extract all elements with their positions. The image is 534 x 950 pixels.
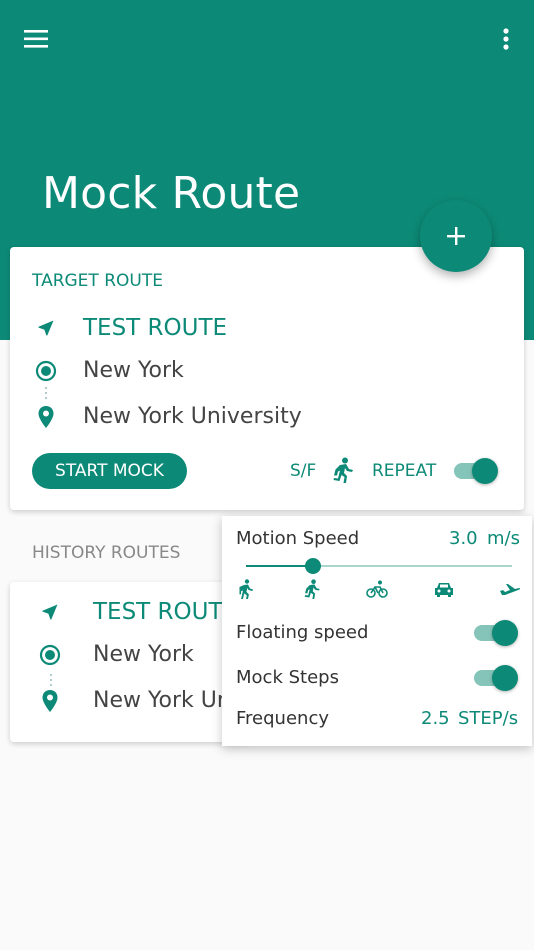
start-mock-button[interactable]: START MOCK bbox=[32, 453, 187, 489]
history-route-name-row: TEST ROUTE bbox=[38, 599, 237, 625]
motion-speed-label: Motion Speed bbox=[236, 528, 360, 549]
add-icon bbox=[447, 227, 465, 245]
motion-speed-slider[interactable] bbox=[246, 558, 512, 574]
repeat-toggle[interactable] bbox=[454, 458, 498, 484]
history-origin-row: New York bbox=[38, 642, 194, 667]
target-route-heading: TARGET ROUTE bbox=[32, 271, 163, 291]
destination-name: New York University bbox=[83, 404, 302, 429]
bike-icon[interactable] bbox=[365, 578, 389, 600]
destination-row: New York University bbox=[34, 404, 302, 429]
slider-thumb[interactable] bbox=[304, 558, 321, 574]
motion-speed-value: 3.0 bbox=[449, 528, 478, 549]
origin-radio-icon bbox=[34, 359, 58, 383]
sf-label[interactable]: S/F bbox=[290, 461, 316, 481]
walk-icon[interactable] bbox=[234, 578, 258, 600]
floating-speed-toggle[interactable] bbox=[474, 620, 518, 646]
origin-radio-icon bbox=[38, 643, 62, 667]
add-route-button[interactable] bbox=[420, 200, 492, 272]
navigation-icon bbox=[38, 600, 62, 624]
target-route-card: TARGET ROUTE TEST ROUTE New York New Yor… bbox=[10, 247, 524, 510]
floating-speed-label: Floating speed bbox=[236, 622, 369, 643]
motion-speed-unit: m/s bbox=[487, 528, 520, 549]
more-vert-icon[interactable] bbox=[492, 22, 520, 56]
origin-row: New York bbox=[34, 358, 184, 383]
frequency-label: Frequency bbox=[236, 708, 329, 729]
history-route-card[interactable]: TEST ROUTE New York New York University bbox=[10, 582, 250, 742]
page-title: Mock Route bbox=[42, 168, 301, 219]
history-origin-name: New York bbox=[93, 642, 194, 667]
location-pin-icon bbox=[34, 405, 58, 429]
mock-steps-label: Mock Steps bbox=[236, 667, 339, 688]
history-route-name: TEST ROUTE bbox=[93, 599, 238, 625]
mock-steps-toggle[interactable] bbox=[474, 665, 518, 691]
slider-fill bbox=[246, 565, 313, 567]
history-routes-heading: HISTORY ROUTES bbox=[32, 543, 181, 563]
menu-icon[interactable] bbox=[20, 22, 54, 56]
plane-icon[interactable] bbox=[498, 578, 522, 600]
run-icon[interactable] bbox=[332, 457, 354, 483]
car-icon[interactable] bbox=[432, 578, 456, 600]
frequency-value: 2.5 bbox=[421, 708, 450, 729]
origin-name: New York bbox=[83, 358, 184, 383]
route-dots bbox=[45, 387, 47, 402]
speed-settings-panel: Motion Speed 3.0 m/s Floating speed Mock… bbox=[222, 516, 532, 746]
navigation-icon bbox=[34, 316, 58, 340]
repeat-label: REPEAT bbox=[372, 461, 437, 481]
frequency-unit: STEP/s bbox=[458, 708, 519, 729]
route-name-row: TEST ROUTE bbox=[34, 315, 227, 341]
route-dots bbox=[50, 674, 52, 689]
location-pin-icon bbox=[38, 689, 62, 713]
route-name: TEST ROUTE bbox=[83, 315, 228, 341]
run-icon[interactable] bbox=[300, 578, 324, 600]
history-destination-row: New York University bbox=[38, 688, 250, 713]
